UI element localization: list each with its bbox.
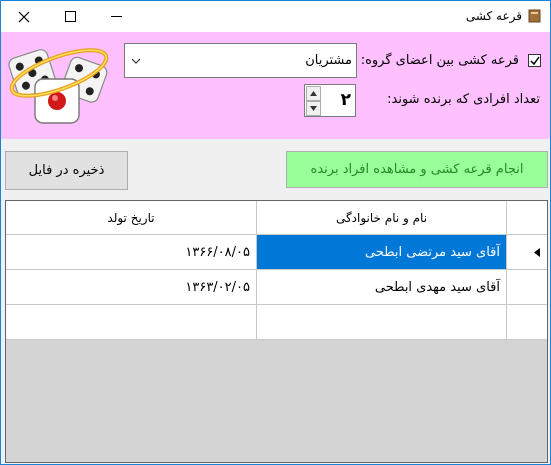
group-checkbox-label: قرعه کشی بین اعضای گروه: — [360, 53, 519, 68]
table-cell-birth[interactable] — [6, 305, 257, 340]
save-to-file-button[interactable]: ذخیره در فایل — [5, 151, 128, 190]
checkmark-icon — [530, 56, 540, 66]
close-icon — [18, 11, 30, 22]
winner-count-label: تعداد افرادی که برنده شوند: — [387, 92, 540, 107]
group-select-value: مشتریان — [305, 53, 352, 68]
arrow-down-icon — [310, 106, 317, 111]
row-header[interactable] — [507, 270, 547, 305]
table-cell-name[interactable] — [257, 305, 507, 340]
stepper-up-button[interactable] — [306, 86, 321, 101]
close-button[interactable] — [1, 1, 47, 32]
dice-logo — [8, 48, 109, 124]
group-select[interactable]: مشتریان — [124, 43, 357, 78]
app-icon — [528, 9, 541, 23]
group-checkbox[interactable] — [528, 54, 541, 67]
column-header-birth[interactable]: تاریخ تولد — [6, 201, 257, 235]
maximize-button[interactable] — [47, 1, 93, 32]
table-cell-name[interactable]: آقای سید مرتضی ابطحی — [257, 235, 507, 270]
stepper-down-button[interactable] — [306, 101, 321, 116]
winner-count-stepper[interactable]: ۲ — [304, 84, 356, 117]
grid-corner — [507, 201, 547, 235]
table-cell-birth[interactable]: ۱۳۶۳/۰۲/۰۵ — [6, 270, 257, 305]
header-panel: مشتریان قرعه کشی بین اعضای گروه: تعداد ا… — [1, 32, 550, 139]
main-window: قرعه کشی مشتریان قرعه کشی بین اعضای گروه… — [0, 0, 551, 465]
row-header[interactable] — [507, 305, 547, 340]
draw-button[interactable]: انجام قرعه کشی و مشاهده افراد برنده — [286, 151, 548, 188]
minimize-button[interactable] — [93, 1, 139, 32]
winners-grid[interactable]: تاریخ تولد نام و نام خانوادگی ۱۳۶۶/۰۸/۰۵… — [5, 200, 548, 463]
title-bar: قرعه کشی — [1, 1, 550, 32]
winner-count-value: ۲ — [340, 90, 351, 110]
chevron-down-icon — [131, 58, 141, 64]
current-row-arrow-icon — [534, 248, 540, 257]
minimize-icon — [110, 16, 122, 17]
window-title: قرعه کشی — [465, 9, 522, 23]
row-header[interactable] — [507, 235, 547, 270]
table-cell-birth[interactable]: ۱۳۶۶/۰۸/۰۵ — [6, 235, 257, 270]
maximize-icon — [64, 11, 76, 22]
table-cell-name[interactable]: آقای سید مهدی ابطحی — [257, 270, 507, 305]
column-header-name[interactable]: نام و نام خانوادگی — [257, 201, 507, 235]
arrow-up-icon — [310, 91, 317, 96]
